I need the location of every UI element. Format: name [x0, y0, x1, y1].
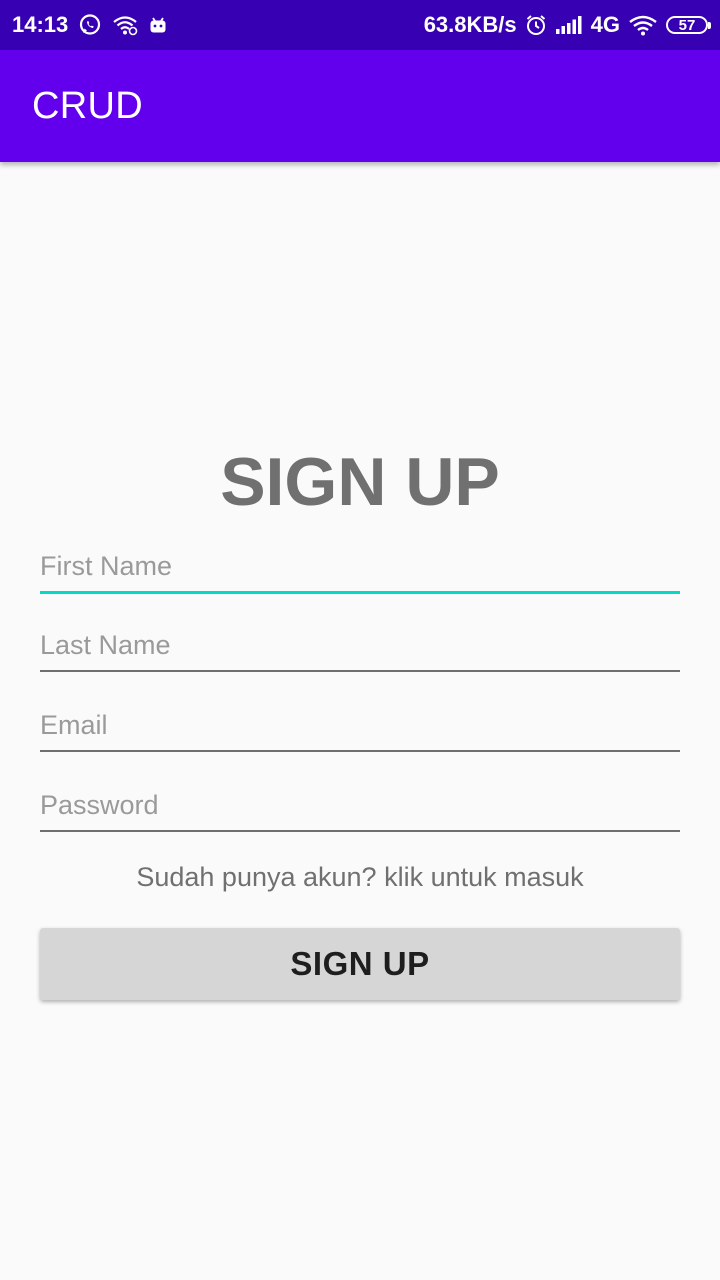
login-link[interactable]: Sudah punya akun? klik untuk masuk: [0, 862, 720, 893]
app-title: CRUD: [32, 84, 143, 127]
email-field[interactable]: [40, 700, 680, 752]
whatsapp-icon: [78, 13, 102, 37]
app-bar: CRUD: [0, 50, 720, 162]
network-type: 4G: [590, 12, 620, 37]
battery-level: 57: [678, 16, 696, 34]
password-field[interactable]: [40, 780, 680, 832]
android-icon: [148, 15, 168, 35]
wifi-share-icon: [112, 14, 138, 36]
signal-icon: [555, 15, 583, 35]
first-name-field[interactable]: [40, 542, 680, 594]
status-bar: 14:13 63.8KB/s 4G 57: [0, 0, 720, 50]
last-name-field[interactable]: [40, 620, 680, 672]
status-bar-left: 14:13: [12, 12, 168, 38]
signup-form: SIGN UP Sudah punya akun? klik untuk mas…: [0, 162, 720, 1280]
status-bar-right: 63.8KB/s 4G 57: [423, 12, 711, 38]
page-title: SIGN UP: [220, 444, 500, 520]
network-speed: 63.8KB/s: [423, 12, 517, 37]
status-time: 14:13: [12, 12, 69, 37]
battery-icon: 57: [666, 16, 711, 34]
alarm-icon: [525, 14, 547, 36]
signup-button[interactable]: SIGN UP: [40, 928, 680, 1000]
wifi-icon: [628, 14, 658, 36]
